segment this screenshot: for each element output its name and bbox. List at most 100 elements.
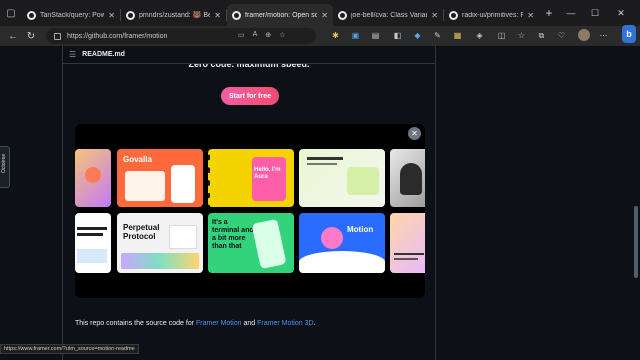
read-aloud-icon[interactable]: A: [253, 31, 258, 39]
octotree-label: Octotree: [1, 153, 7, 173]
tab-title: framer/motion: Open source: [245, 11, 318, 19]
tab-title: pmndrs/zustand: 🐻 Bear ne: [139, 12, 211, 19]
tab-close-icon[interactable]: ✕: [108, 11, 115, 20]
github-icon: [449, 10, 458, 20]
extension-icon[interactable]: ◧: [392, 30, 403, 41]
readme-panel: ☰ README.md Zero code, maximum speed. St…: [62, 46, 436, 360]
avatar[interactable]: [578, 29, 590, 41]
tab-strip: ▢ TanStack/query: Powerful ✕ pmndrs/zust…: [0, 0, 640, 26]
showcase-card-mans: MANS Hello, I'm Aura: [208, 149, 294, 207]
tab-close-icon[interactable]: ✕: [527, 11, 534, 20]
status-url: https://www.framer.com/?utm_source=motio…: [0, 344, 139, 354]
extension-icon[interactable]: ▦: [452, 30, 463, 41]
paragraph-text: This repo contains the source code for: [75, 320, 197, 327]
showcase-card-perpetual: Perpetual Protocol: [117, 213, 203, 273]
extension-icon[interactable]: ◆: [412, 30, 423, 41]
view-icon[interactable]: ▭: [238, 31, 245, 39]
gradient-band: [121, 253, 199, 269]
start-for-free-button[interactable]: Start for free: [221, 87, 279, 105]
bing-copilot-icon[interactable]: b: [622, 25, 636, 43]
showcase-card: [75, 149, 111, 207]
zoom-icon[interactable]: ⊕: [265, 31, 271, 39]
github-icon: [338, 10, 347, 20]
card-text-line: [77, 233, 103, 236]
address-bar-row: ← ↻ https://github.com/framer/motion ▭ A…: [0, 26, 640, 46]
card-preview: [125, 171, 165, 201]
extension-icon[interactable]: ▤: [370, 30, 381, 41]
lock-icon: [54, 32, 61, 40]
showcase-card-motion: Motion: [299, 213, 385, 273]
decor-wave: [299, 251, 385, 273]
card-label: It's a terminal and a bit more than that: [212, 219, 254, 250]
browser-window: ▢ TanStack/query: Powerful ✕ pmndrs/zust…: [0, 0, 640, 360]
showcase-card: [390, 213, 425, 273]
tab-zustand[interactable]: pmndrs/zustand: 🐻 Bear ne ✕: [121, 4, 226, 26]
scrollbar[interactable]: [632, 46, 640, 360]
new-tab-button[interactable]: +: [541, 6, 557, 20]
tab-close-icon[interactable]: ✕: [214, 11, 221, 20]
tab-actions-icon[interactable]: ▢: [0, 0, 22, 26]
favorite-icon[interactable]: ☆: [279, 31, 285, 39]
extension-icon[interactable]: ◈: [474, 30, 485, 41]
github-icon: [27, 10, 36, 20]
close-icon[interactable]: ✕: [408, 127, 421, 140]
address-field-actions: ▭ A ⊕ ☆: [238, 31, 285, 39]
favorites-icon[interactable]: ☆: [516, 30, 527, 41]
card-text-line: [307, 163, 337, 165]
decor-character: [321, 227, 343, 249]
decor-blob: [85, 167, 101, 183]
refresh-button[interactable]: ↻: [22, 31, 40, 42]
scrollbar-thumb[interactable]: [634, 206, 638, 278]
card-preview: [347, 167, 379, 195]
phone-mockup: [251, 218, 287, 270]
tab-framer-motion[interactable]: framer/motion: Open source ✕: [227, 4, 333, 26]
showcase-image[interactable]: ✕ Govalla MANS Hello, I'm Aura Perpetual…: [75, 124, 425, 298]
card-text-line: [394, 253, 424, 255]
github-icon: [232, 10, 241, 20]
framer-motion-link[interactable]: Framer Motion: [196, 320, 242, 327]
back-button[interactable]: ←: [4, 31, 22, 42]
paragraph-text: .: [313, 320, 316, 327]
maximize-button[interactable]: ☐: [584, 0, 606, 26]
collections-icon[interactable]: ⧉: [536, 30, 547, 41]
tab-close-icon[interactable]: ✕: [321, 11, 328, 20]
minimize-button[interactable]: —: [560, 0, 582, 26]
tab-tanstack-query[interactable]: TanStack/query: Powerful ✕: [22, 4, 120, 26]
tab-title: joe-bell/cva: Class Variance A: [351, 11, 427, 19]
octotree-toggle[interactable]: Octotree: [0, 146, 10, 188]
card-text-line: [307, 157, 343, 160]
paragraph-text: and: [241, 320, 258, 327]
showcase-card-govalla: Govalla: [117, 149, 203, 207]
readme-paragraph: This repo contains the source code for F…: [75, 320, 315, 327]
showcase-card-dashboard: [299, 149, 385, 207]
tab-cva[interactable]: joe-bell/cva: Class Variance A ✕: [333, 4, 443, 26]
extension-icon[interactable]: ✎: [432, 30, 443, 41]
card-text-line: [394, 258, 418, 260]
card-preview: [77, 249, 107, 263]
github-page: Octotree ☰ README.md Zero code, maximum …: [0, 46, 640, 360]
readme-header: ☰ README.md: [63, 46, 435, 64]
readme-title: README.md: [82, 51, 125, 58]
card-label: Perpetual Protocol: [123, 223, 160, 241]
card-text-line: [77, 227, 107, 230]
card-label: Motion: [347, 225, 374, 234]
decor-figure: [400, 163, 422, 195]
extension-icon[interactable]: ✱: [330, 30, 341, 41]
outline-icon[interactable]: ☰: [69, 50, 76, 59]
showcase-card: [75, 213, 111, 273]
browser-essentials-icon[interactable]: ♡: [556, 30, 567, 41]
close-window-button[interactable]: ✕: [610, 0, 632, 26]
phone-mockup: [171, 165, 195, 203]
tab-title: radix-ui/primitives: Radix Pri: [462, 11, 524, 19]
tab-radix[interactable]: radix-ui/primitives: Radix Pri ✕: [444, 4, 539, 26]
framer-motion-3d-link[interactable]: Framer Motion 3D: [257, 320, 313, 327]
card-label: Govalla: [123, 155, 152, 164]
card-preview: [169, 225, 197, 249]
showcase-card-terminal: It's a terminal and a bit more than that: [208, 213, 294, 273]
extension-icon[interactable]: ▣: [350, 30, 361, 41]
split-screen-icon[interactable]: ◫: [496, 30, 507, 41]
more-menu-icon[interactable]: ⋯: [598, 30, 609, 41]
tab-close-icon[interactable]: ✕: [431, 11, 438, 20]
card-label: Hello, I'm Aura: [254, 167, 281, 180]
github-icon: [126, 10, 135, 20]
